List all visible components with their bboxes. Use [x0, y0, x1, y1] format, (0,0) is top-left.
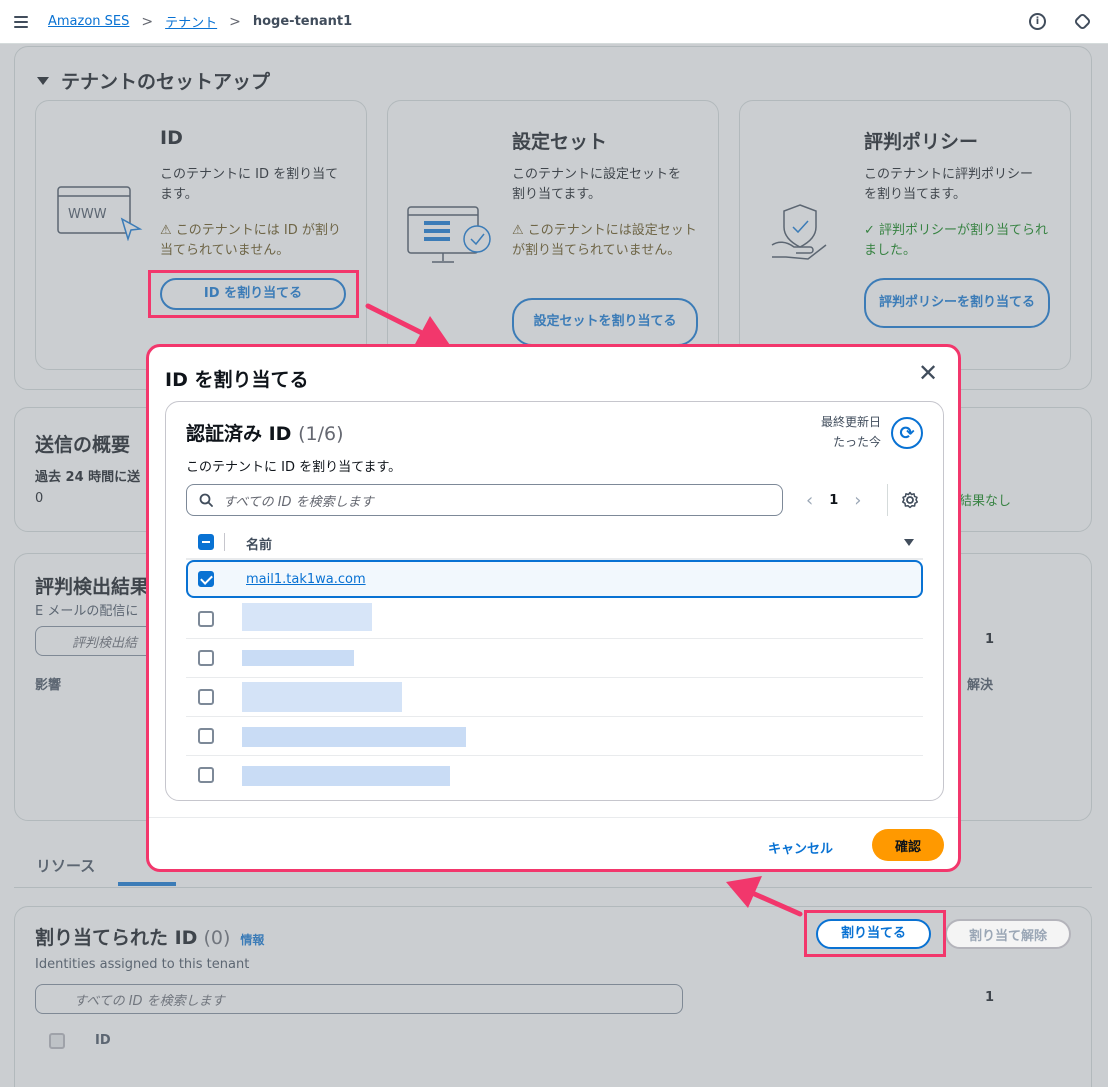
- container-title: 認証済み ID (1/6): [186, 419, 344, 446]
- close-icon[interactable]: ✕: [916, 361, 940, 385]
- top-navigation-bar: Amazon SES > テナント > hoge-tenant1 i: [0, 0, 1108, 44]
- sort-down-icon[interactable]: [904, 539, 914, 546]
- settings-icon[interactable]: [1073, 12, 1092, 31]
- redacted-identity: [242, 727, 466, 747]
- container-title-text: 認証済み ID: [186, 423, 292, 445]
- table-row[interactable]: [186, 600, 923, 639]
- chevron-left-icon[interactable]: ‹: [806, 490, 813, 511]
- unassign-button: 割り当て解除: [945, 919, 1071, 949]
- table-row[interactable]: [186, 639, 923, 678]
- breadcrumb-separator-icon: >: [141, 13, 154, 30]
- row-checkbox[interactable]: [198, 689, 214, 705]
- modal-title: ID を割り当てる: [165, 369, 309, 391]
- row-checkbox[interactable]: [198, 728, 214, 744]
- last-updated-label: 最終更新日: [820, 415, 881, 429]
- modal-footer-divider: [149, 817, 958, 818]
- table-row[interactable]: [186, 756, 923, 795]
- identity-search-input[interactable]: すべての ID を検索します: [186, 484, 783, 516]
- annotation-box-assign-id: [148, 270, 359, 318]
- last-updated: 最終更新日 たった今: [821, 412, 881, 452]
- gear-icon[interactable]: [901, 491, 919, 509]
- chevron-right-icon[interactable]: ›: [854, 490, 861, 511]
- search-icon: [199, 493, 213, 507]
- selection-count: (1/6): [298, 423, 344, 445]
- menu-icon[interactable]: [14, 15, 28, 28]
- container-description: このテナントに ID を割り当てます。: [186, 460, 402, 475]
- search-placeholder: すべての ID を検索します: [223, 494, 374, 510]
- pager-divider: [887, 484, 888, 516]
- assign-id-modal: ID を割り当てる ✕ 認証済み ID (1/6) 最終更新日 たった今 ⟳ こ…: [146, 344, 961, 872]
- row-checkbox[interactable]: [198, 611, 214, 627]
- confirm-button[interactable]: 確認: [872, 829, 944, 861]
- verified-identities-container: 認証済み ID (1/6) 最終更新日 たった今 ⟳ このテナントに ID を割…: [165, 401, 944, 801]
- pagination-current[interactable]: 1: [829, 493, 838, 508]
- redacted-identity: [242, 682, 402, 712]
- cancel-button[interactable]: キャンセル: [768, 838, 833, 857]
- annotation-box-assign: [804, 910, 946, 957]
- table-row[interactable]: [186, 678, 923, 717]
- table-row[interactable]: [186, 717, 923, 756]
- pagination: ‹ 1 ›: [806, 484, 861, 516]
- breadcrumb-ses[interactable]: Amazon SES: [48, 14, 129, 29]
- last-updated-value: たった今: [832, 435, 881, 449]
- breadcrumb-separator-icon: >: [229, 13, 241, 30]
- row-checkbox[interactable]: [198, 571, 214, 587]
- column-name[interactable]: 名前: [246, 534, 272, 553]
- select-all-checkbox[interactable]: [198, 534, 214, 550]
- redacted-identity: [242, 766, 450, 786]
- table-header: 名前: [186, 526, 923, 560]
- info-icon[interactable]: i: [1029, 13, 1046, 30]
- refresh-icon[interactable]: ⟳: [891, 417, 923, 449]
- redacted-identity: [242, 603, 372, 631]
- row-checkbox[interactable]: [198, 650, 214, 666]
- column-separator: [224, 533, 225, 551]
- breadcrumb-tenants[interactable]: テナント: [165, 12, 217, 31]
- table-row[interactable]: mail1.tak1wa.com: [186, 560, 923, 598]
- identity-link[interactable]: mail1.tak1wa.com: [246, 572, 366, 587]
- redacted-identity: [242, 650, 354, 666]
- breadcrumb-current: hoge-tenant1: [252, 14, 353, 29]
- row-checkbox[interactable]: [198, 767, 214, 783]
